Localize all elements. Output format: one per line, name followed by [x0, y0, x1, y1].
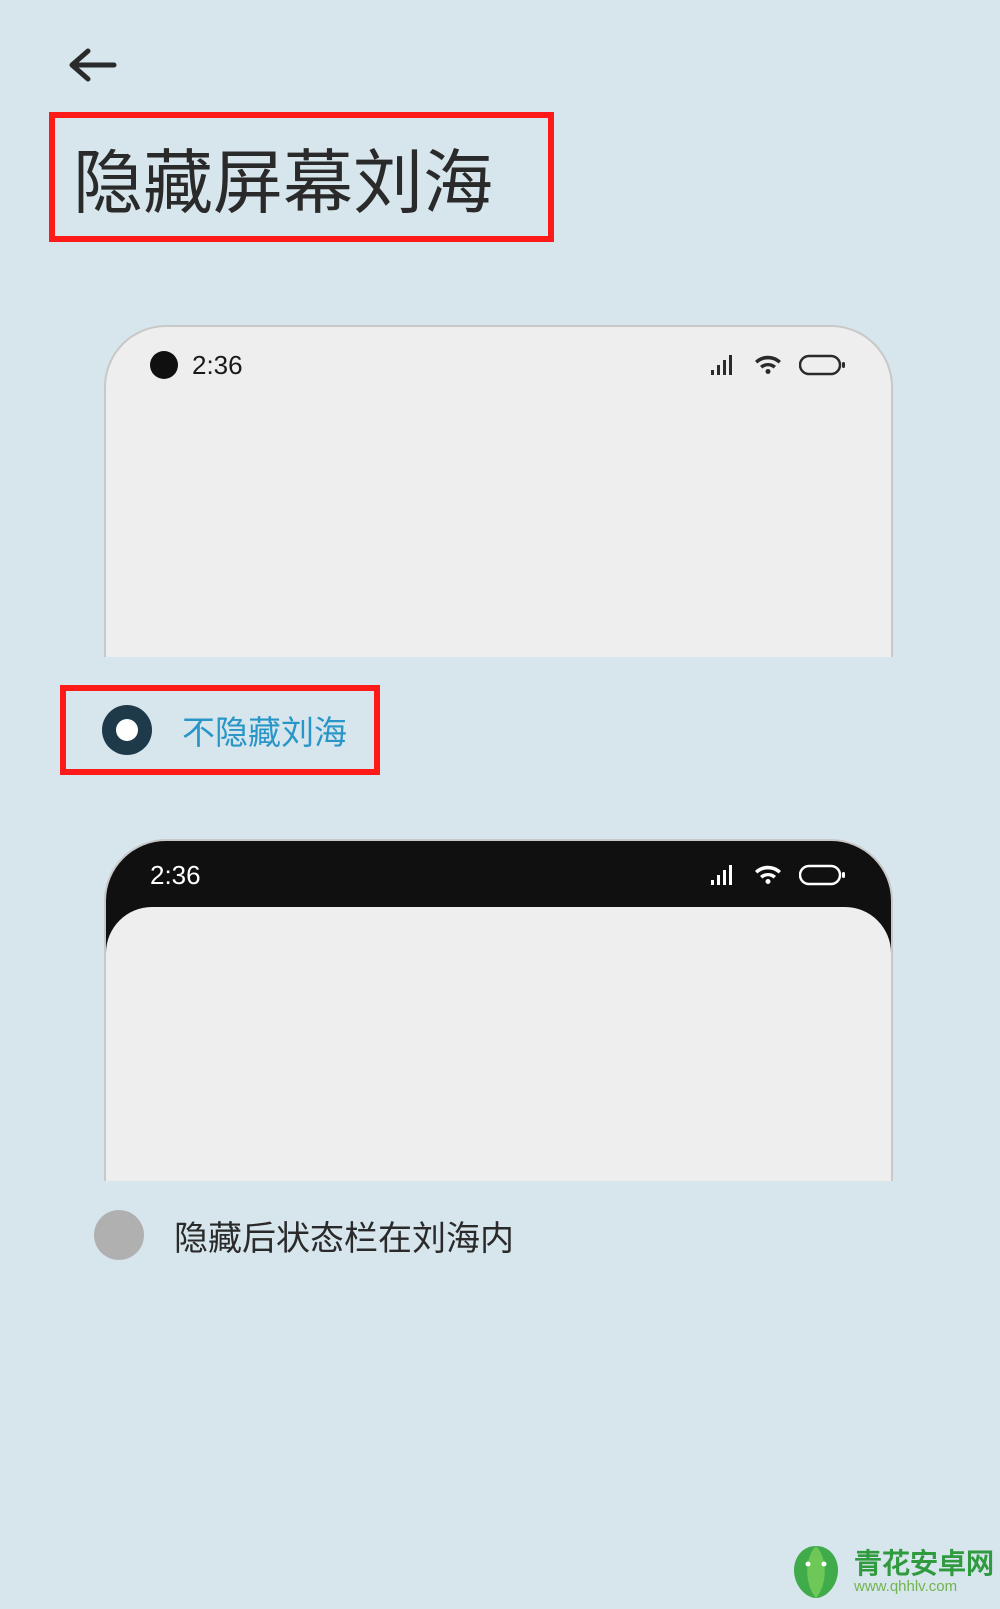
statusbar-icons: [709, 353, 847, 377]
watermark-logo-icon: [784, 1540, 848, 1604]
signal-icon: [709, 353, 737, 377]
signal-icon: [709, 863, 737, 887]
battery-icon: [799, 863, 847, 887]
statusbar-time: 2:36: [192, 350, 243, 381]
wifi-icon: [753, 353, 783, 377]
radio-unchecked-icon: [94, 1210, 144, 1260]
watermark: 青花安卓网 www.qhhlv.com: [784, 1540, 994, 1604]
preview-statusbar: 2:36: [106, 345, 891, 385]
back-button[interactable]: [68, 45, 118, 85]
option-hide-inside[interactable]: 隐藏后状态栏在刘海内: [94, 1210, 514, 1260]
option-label: 不隐藏刘海: [182, 706, 347, 754]
arrow-left-icon: [68, 45, 118, 85]
option-label: 隐藏后状态栏在刘海内: [174, 1211, 514, 1260]
preview-no-hide: 2:36: [104, 325, 893, 657]
page-title-highlight: 隐藏屏幕刘海: [49, 112, 554, 242]
radio-checked-icon: [102, 705, 152, 755]
wifi-icon: [753, 863, 783, 887]
page-title: 隐藏屏幕刘海: [73, 127, 493, 228]
battery-icon: [799, 353, 847, 377]
preview-inner-screen: [106, 907, 891, 1181]
preview-hide-inside: 2:36: [104, 839, 893, 1181]
preview-statusbar-dark: 2:36: [106, 855, 891, 895]
statusbar-icons: [709, 863, 847, 887]
watermark-url: www.qhhlv.com: [854, 1579, 994, 1595]
camera-punch-hole-icon: [150, 351, 178, 379]
watermark-brand: 青花安卓网: [854, 1549, 994, 1578]
statusbar-time: 2:36: [150, 860, 201, 891]
option-no-hide[interactable]: 不隐藏刘海: [60, 685, 380, 775]
